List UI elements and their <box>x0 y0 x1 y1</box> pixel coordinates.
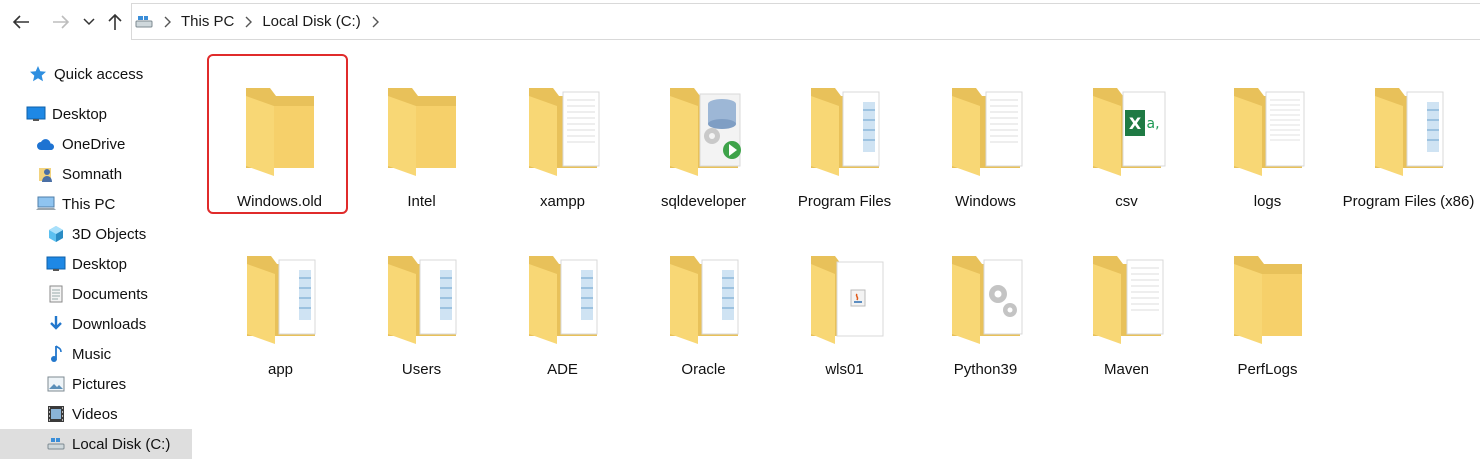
folder-pages-icon <box>952 88 1023 176</box>
folder-maven[interactable]: Maven <box>1056 224 1197 384</box>
chevron-right-icon <box>245 16 253 27</box>
folder-view: Windows.old Intel xampp sqldeveloper Pro… <box>193 44 1480 464</box>
folder-java-icon <box>811 256 884 344</box>
breadcrumb-separator[interactable] <box>364 16 386 28</box>
folder-images-icon <box>670 256 739 344</box>
address-bar[interactable]: This PC Local Disk (C:) <box>131 3 1480 40</box>
sidebar-item-onedrive[interactable]: OneDrive <box>0 129 192 159</box>
arrow-up-icon <box>108 13 122 30</box>
music-icon <box>46 344 66 364</box>
sidebar-item-music[interactable]: Music <box>0 339 192 369</box>
forward-button[interactable] <box>48 6 74 38</box>
breadcrumb-separator[interactable] <box>156 16 178 28</box>
folder-empty-icon <box>388 88 456 176</box>
folder-program-files[interactable]: Program Files <box>774 56 915 216</box>
cloud-icon <box>36 134 56 154</box>
folder-app[interactable]: app <box>210 224 351 384</box>
folder-csv[interactable]: X a, csv <box>1056 56 1197 216</box>
breadcrumb-local-disk[interactable]: Local Disk (C:) <box>259 13 363 30</box>
download-icon <box>46 314 66 334</box>
folder-logs[interactable]: logs <box>1197 56 1338 216</box>
folder-empty-icon <box>246 88 314 176</box>
desktop-icon <box>46 254 66 274</box>
folder-images-icon <box>247 256 316 344</box>
user-icon <box>36 164 56 184</box>
folder-pages-icon <box>529 88 600 176</box>
folder-perflogs[interactable]: PerfLogs <box>1197 224 1338 384</box>
sidebar-item-downloads[interactable]: Downloads <box>0 309 192 339</box>
folder-pages-icon <box>1234 88 1305 176</box>
folder-oracle[interactable]: Oracle <box>633 224 774 384</box>
computer-icon <box>36 194 56 214</box>
folder-intel[interactable]: Intel <box>351 56 492 216</box>
folder-images-icon <box>811 88 880 176</box>
sidebar-item-documents[interactable]: Documents <box>0 279 192 309</box>
arrow-left-icon <box>12 15 29 29</box>
sidebar-item-pictures[interactable]: Pictures <box>0 369 192 399</box>
folder-program-files-x86[interactable]: Program Files (x86) <box>1338 56 1479 216</box>
breadcrumb-separator[interactable] <box>237 16 259 28</box>
videos-icon <box>46 404 66 424</box>
svg-text:X: X <box>1129 114 1142 133</box>
folder-wls01[interactable]: wls01 <box>774 224 915 384</box>
sidebar-item-desktop-2[interactable]: Desktop <box>0 249 192 279</box>
chevron-right-icon <box>372 16 379 27</box>
sidebar-item-this-pc[interactable]: This PC <box>0 189 192 219</box>
folder-images-icon <box>1375 88 1444 176</box>
desktop-icon <box>26 104 46 124</box>
cube-icon <box>46 224 66 244</box>
drive-icon <box>46 434 66 454</box>
navigation-bar: This PC Local Disk (C:) <box>0 0 1480 44</box>
sidebar-item-local-disk[interactable]: Local Disk (C:) <box>0 429 192 459</box>
folder-images-icon <box>388 256 457 344</box>
star-icon <box>28 64 48 84</box>
navigation-pane: Quick access Desktop OneDrive Somnath Th… <box>0 44 193 464</box>
breadcrumb-this-pc[interactable]: This PC <box>178 13 237 30</box>
chevron-down-icon <box>83 18 95 26</box>
pictures-icon <box>46 374 66 394</box>
folder-ade[interactable]: ADE <box>492 224 633 384</box>
folder-excel-icon: X a, <box>1093 88 1166 176</box>
folder-pages-icon <box>1093 256 1164 344</box>
folder-windows-old[interactable]: Windows.old <box>207 54 348 214</box>
chevron-right-icon <box>164 16 171 27</box>
sidebar-item-desktop[interactable]: Desktop <box>0 99 192 129</box>
sidebar-item-quick-access[interactable]: Quick access <box>0 59 192 89</box>
folder-python39[interactable]: Python39 <box>915 224 1056 384</box>
sidebar-item-videos[interactable]: Videos <box>0 399 192 429</box>
up-button[interactable] <box>104 6 126 38</box>
folder-windows[interactable]: Windows <box>915 56 1056 216</box>
folder-xampp[interactable]: xampp <box>492 56 633 216</box>
back-button[interactable] <box>8 6 34 38</box>
folder-gears-icon <box>952 256 1023 344</box>
folder-images-icon <box>529 256 598 344</box>
sidebar-item-3d-objects[interactable]: 3D Objects <box>0 219 192 249</box>
recent-locations-button[interactable] <box>80 6 98 38</box>
folder-sqldeveloper[interactable]: sqldeveloper <box>633 56 774 216</box>
folder-app-icon <box>670 88 741 176</box>
documents-icon <box>46 284 66 304</box>
sidebar-item-somnath[interactable]: Somnath <box>0 159 192 189</box>
svg-text:a,: a, <box>1146 116 1159 132</box>
drive-icon <box>134 14 156 30</box>
folder-empty-icon <box>1234 256 1302 344</box>
arrow-right-icon <box>53 15 70 29</box>
folder-users[interactable]: Users <box>351 224 492 384</box>
